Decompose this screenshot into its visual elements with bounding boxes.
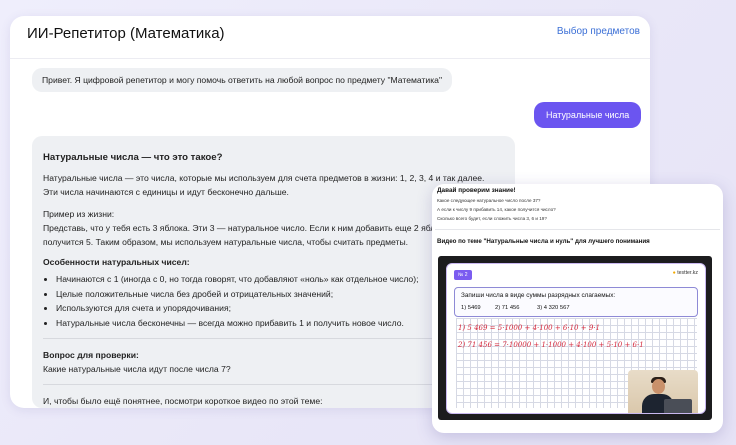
video-title: Видео по теме "Натуральные числа и нуль"… [437, 238, 650, 245]
video-player[interactable]: № 2 ● testter.kz Запиши числа в виде сум… [438, 256, 712, 420]
answer-heading: Натуральные числа — что это такое? [43, 152, 223, 163]
testter-logo: ● testter.kz [673, 270, 698, 276]
page-title: ИИ-Репетитор (Математика) [27, 25, 225, 42]
logo-text: testter.kz [677, 270, 698, 276]
quiz-question: А если к числу 9 прибавить 14, какое пол… [437, 207, 556, 212]
features-heading: Особенности натуральных чисел: [43, 257, 190, 267]
task-number-badge: № 2 [454, 270, 472, 280]
chat-header: ИИ-Репетитор (Математика) Выбор предмето… [10, 16, 650, 59]
answer-intro-line: Натуральные числа — это числа, которые м… [43, 173, 485, 183]
task-item: 1) 5469 [461, 305, 481, 311]
divider [435, 229, 720, 230]
task-item: 2) 71 456 [495, 305, 520, 311]
bot-greeting-message: Привет. Я цифровой репетитор и могу помо… [32, 68, 452, 92]
check-heading: Вопрос для проверки: [43, 349, 139, 360]
quiz-video-panel: Давай проверим знание! Какое следующее н… [432, 184, 723, 433]
task-box: Запиши числа в виде суммы разрядных слаг… [454, 287, 698, 317]
handwritten-solution: 1) 5 469 = 5·1000 + 4·100 + 6·10 + 9·1 [458, 324, 600, 332]
select-subjects-link[interactable]: Выбор предметов [557, 26, 640, 37]
laptop-icon [664, 399, 692, 413]
quiz-title: Давай проверим знание! [437, 187, 516, 194]
task-title: Запиши числа в виде суммы разрядных слаг… [461, 292, 616, 299]
quiz-question: Какое следующее натуральное число после … [437, 198, 541, 203]
handwritten-solution: 2) 71 456 = 7·10000 + 1·1000 + 4·100 + 5… [458, 341, 644, 349]
logo-dot-icon: ● [672, 270, 676, 276]
video-frame: № 2 ● testter.kz Запиши числа в виде сум… [446, 263, 706, 414]
task-item: 3) 4 320 567 [537, 305, 570, 311]
presenter-webcam [628, 370, 698, 413]
quiz-question: Сколько всего будет, если сложить числа … [437, 216, 547, 221]
user-message: Натуральные числа [534, 102, 642, 128]
